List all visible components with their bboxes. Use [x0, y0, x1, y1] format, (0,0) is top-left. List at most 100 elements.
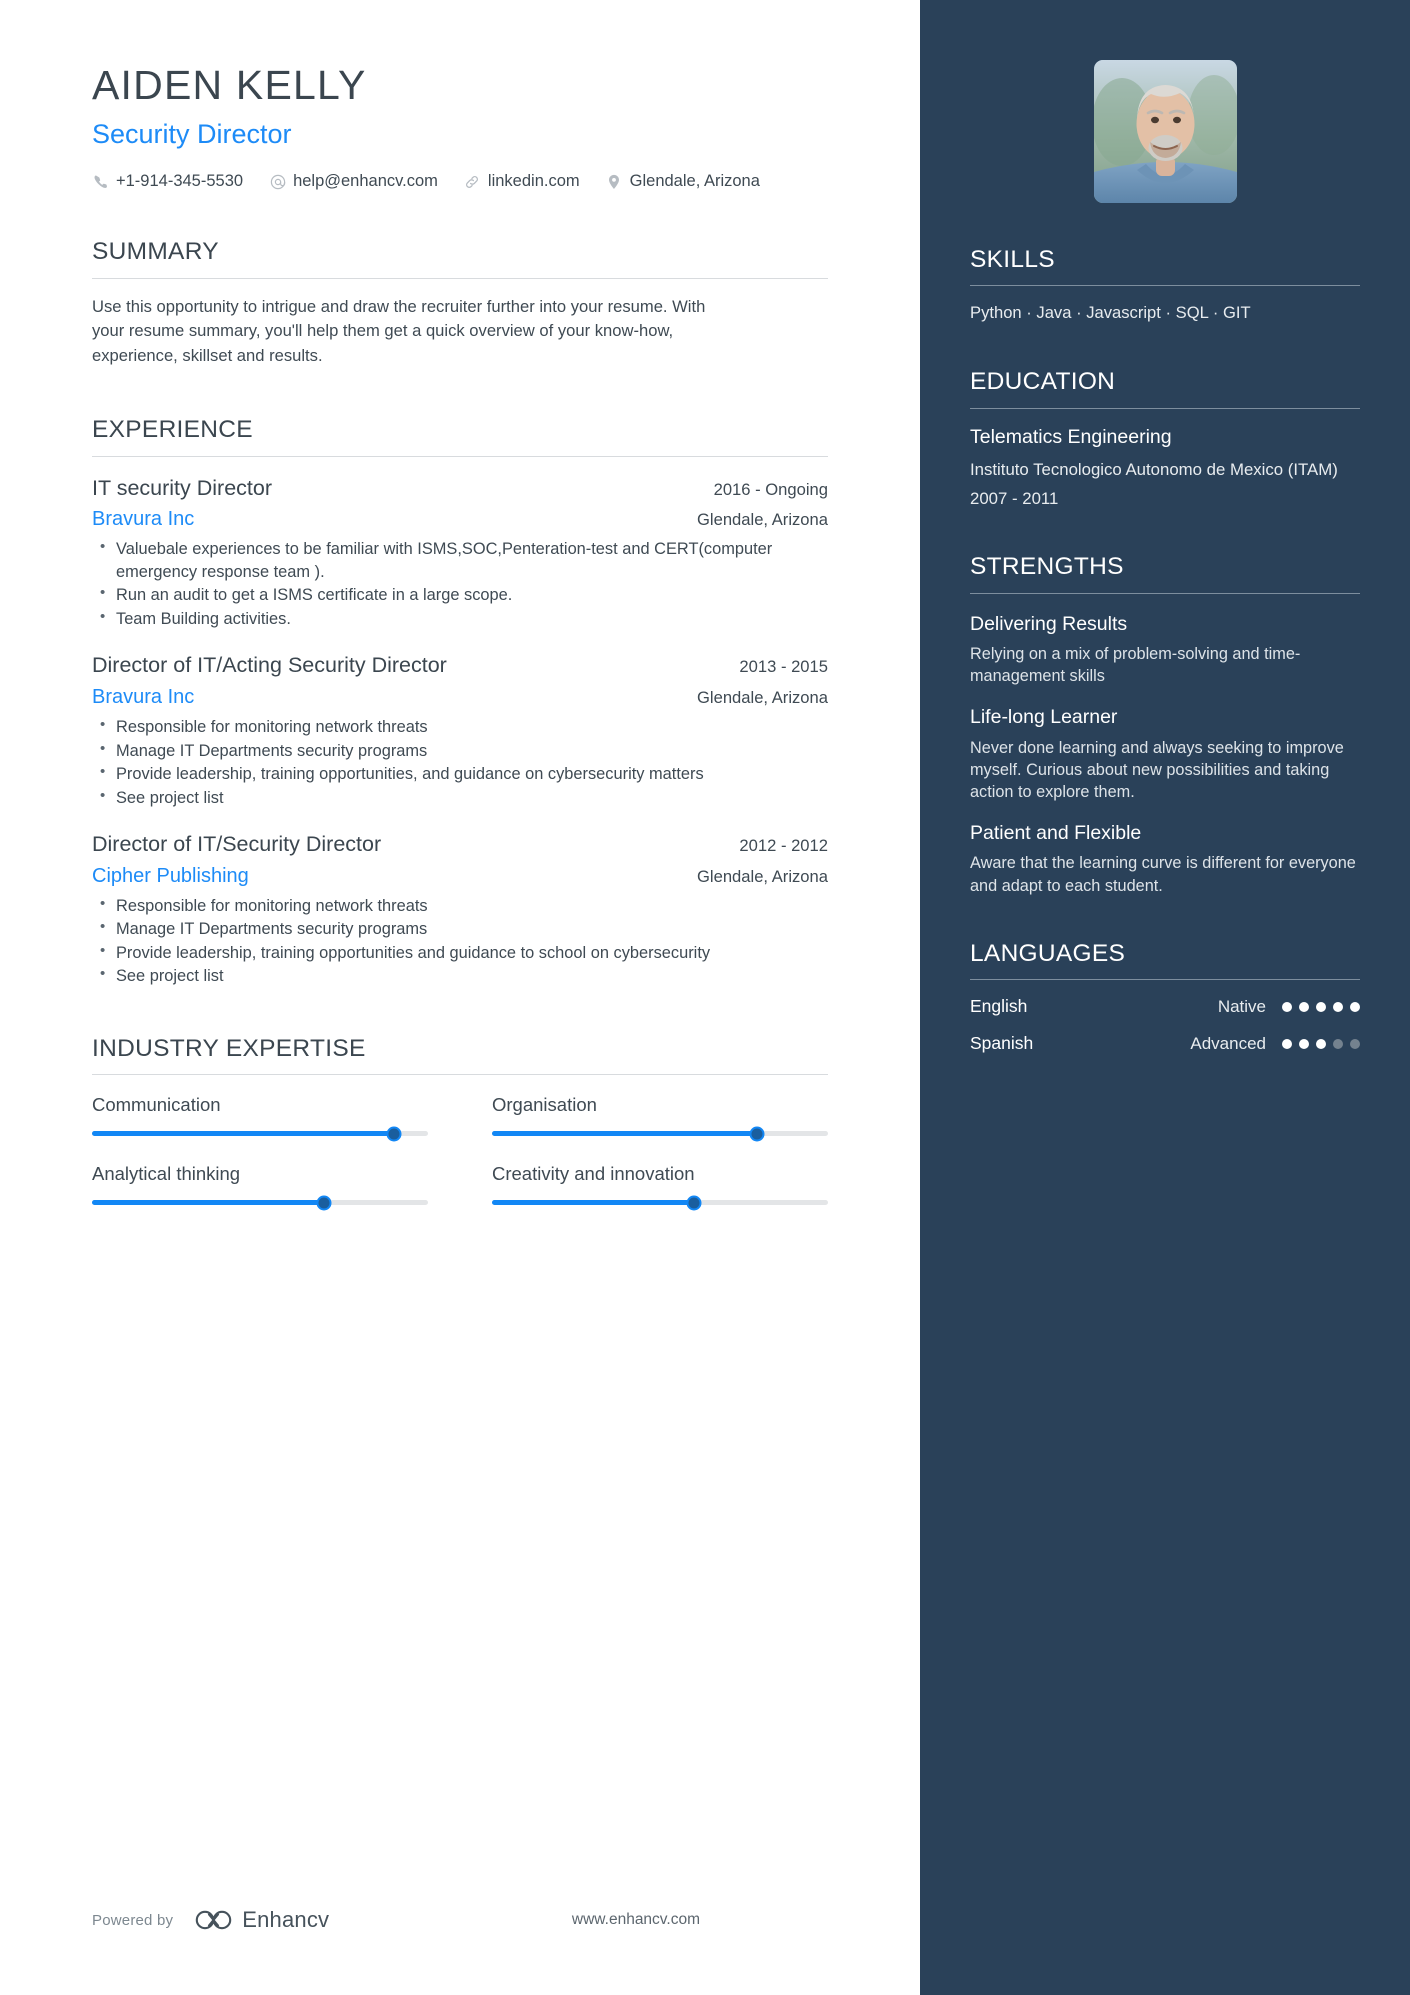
expertise-label: Organisation: [492, 1094, 597, 1116]
experience-subheader: Bravura Inc Glendale, Arizona: [92, 507, 828, 532]
list-item: See project list: [92, 786, 828, 809]
divider: [970, 407, 1360, 409]
proficiency-dot: [1350, 1038, 1360, 1049]
experience-dates: 2016 - Ongoing: [713, 479, 828, 499]
strength-description: Relying on a mix of problem-solving and …: [970, 644, 1301, 686]
proficiency-dot: [1282, 1001, 1292, 1012]
slider-knob[interactable]: [316, 1195, 332, 1211]
expertise-label: Creativity and innovation: [492, 1163, 695, 1185]
language-level: Advanced: [1190, 1033, 1266, 1053]
list-item: Responsible for monitoring network threa…: [92, 894, 828, 917]
experience-subheader: Bravura Inc Glendale, Arizona: [92, 685, 828, 710]
proficiency-dot: [1299, 1038, 1309, 1049]
expertise-slider[interactable]: [92, 1126, 428, 1142]
list-item: Valuebale experiences to be familiar wit…: [92, 537, 828, 583]
languages-heading: LANGUAGES: [970, 939, 1126, 967]
language-level: Native: [1217, 996, 1266, 1016]
language-name: Spanish: [970, 1033, 1034, 1054]
contact-item-link[interactable]: linkedin.com: [464, 172, 580, 191]
avatar-wrap: [970, 0, 1360, 203]
proficiency-dots: [1282, 1038, 1360, 1049]
slider-fill: [92, 1131, 395, 1137]
slider-fill: [492, 1200, 694, 1206]
expertise-slider[interactable]: [492, 1126, 828, 1142]
experience-bullets: Valuebale experiences to be familiar wit…: [92, 537, 828, 630]
strength-title: Life-long Learner: [970, 706, 1118, 729]
experience-company[interactable]: Bravura Inc: [92, 507, 194, 532]
strength-description: Never done learning and always seeking t…: [970, 738, 1344, 801]
language-row: English Native: [970, 996, 1360, 1017]
experience-company[interactable]: Bravura Inc: [92, 685, 194, 710]
proficiency-dots: [1282, 1001, 1360, 1012]
experience-location: Glendale, Arizona: [697, 510, 828, 530]
location-pin-icon: [606, 173, 623, 190]
expertise-item: Communication: [92, 1093, 428, 1142]
experience-subheader: Cipher Publishing Glendale, Arizona: [92, 864, 828, 889]
experience-list: IT security Director 2016 - Ongoing Bravur…: [92, 475, 828, 988]
experience-role: IT security Director: [92, 475, 272, 500]
education-dates: 2007 - 2011: [970, 488, 1059, 508]
education-school: Instituto Tecnologico Autonomo de Mexico…: [970, 460, 1338, 480]
main-column: AIDEN KELLY Security Director +1-914-345…: [0, 0, 920, 1995]
experience-bullets: Responsible for monitoring network threa…: [92, 715, 828, 809]
list-item: Manage IT Departments security programs: [92, 917, 828, 940]
divider: [92, 1074, 828, 1076]
contact-item-location-pin[interactable]: Glendale, Arizona: [606, 172, 760, 191]
list-item: Provide leadership, training opportuniti…: [92, 941, 828, 964]
contact-text: linkedin.com: [487, 172, 580, 191]
list-item: Provide leadership, training opportuniti…: [92, 762, 828, 785]
expertise-item: Analytical thinking: [92, 1162, 428, 1211]
proficiency-dot: [1299, 1001, 1309, 1012]
enhancv-logo-icon: [195, 1909, 233, 1931]
slider-knob[interactable]: [749, 1126, 765, 1142]
divider: [970, 592, 1360, 594]
strength-description: Aware that the learning curve is differe…: [970, 854, 1356, 895]
proficiency-dot: [1282, 1038, 1292, 1049]
resume-page: AIDEN KELLY Security Director +1-914-345…: [0, 0, 1410, 1995]
skills-list: Python · Java · Javascript · SQL · GIT: [970, 303, 1251, 323]
strengths-heading: STRENGTHS: [970, 553, 1124, 581]
education-heading: EDUCATION: [970, 368, 1116, 396]
page-title: AIDEN KELLY: [92, 62, 367, 108]
expertise-grid: Communication Organisation Analytical thin…: [92, 1093, 828, 1211]
divider: [92, 455, 828, 457]
proficiency-dot: [1316, 1001, 1326, 1012]
expertise-slider[interactable]: [492, 1195, 828, 1211]
proficiency-dot: [1316, 1038, 1326, 1049]
experience-location: Glendale, Arizona: [697, 688, 828, 708]
contact-text: Glendale, Arizona: [629, 172, 760, 191]
list-item: See project list: [92, 964, 828, 987]
strength-title: Delivering Results: [970, 612, 1128, 635]
expertise-item: Organisation: [492, 1093, 828, 1142]
contact-text: +1-914-345-5530: [116, 172, 244, 191]
brand-name: Enhancv: [242, 1907, 330, 1932]
experience-dates: 2012 - 2012: [739, 836, 828, 856]
job-title: Security Director: [92, 119, 292, 150]
divider: [970, 285, 1360, 287]
skills-heading: SKILLS: [970, 246, 1055, 273]
summary-heading: SUMMARY: [92, 238, 219, 266]
footer-url[interactable]: www.enhancv.com: [572, 1911, 700, 1929]
experience-dates: 2013 - 2015: [739, 657, 828, 677]
experience-entry: Director of IT/Acting Security Director 2…: [92, 652, 828, 809]
slider-knob[interactable]: [386, 1126, 402, 1142]
strength-item: Delivering Results Relying on a mix of pr…: [970, 612, 1360, 688]
slider-fill: [92, 1200, 324, 1206]
contact-row: +1-914-345-5530 help@enhancv.com linkedin.…: [92, 172, 828, 191]
experience-header: Director of IT/Acting Security Director 2…: [92, 652, 828, 679]
proficiency-dot: [1333, 1001, 1343, 1012]
sidebar-strengths-section: STRENGTHS Delivering Results Relying on a…: [970, 552, 1360, 897]
contact-item-phone[interactable]: +1-914-345-5530: [92, 172, 243, 191]
experience-role: Director of IT/Acting Security Director: [92, 653, 447, 678]
divider: [970, 979, 1360, 981]
industry-expertise-section: INDUSTRY EXPERTISE Communication Organisa…: [92, 1034, 828, 1211]
list-item: Run an audit to get a ISMS certificate i…: [92, 583, 828, 606]
experience-role: Director of IT/Security Director: [92, 832, 382, 857]
contact-item-email[interactable]: help@enhancv.com: [269, 172, 438, 191]
industry-expertise-heading: INDUSTRY EXPERTISE: [92, 1034, 366, 1062]
slider-fill: [492, 1131, 758, 1137]
experience-company[interactable]: Cipher Publishing: [92, 864, 249, 889]
slider-knob[interactable]: [686, 1195, 702, 1211]
education-degree: Telematics Engineering: [970, 425, 1172, 448]
expertise-slider[interactable]: [92, 1195, 428, 1211]
